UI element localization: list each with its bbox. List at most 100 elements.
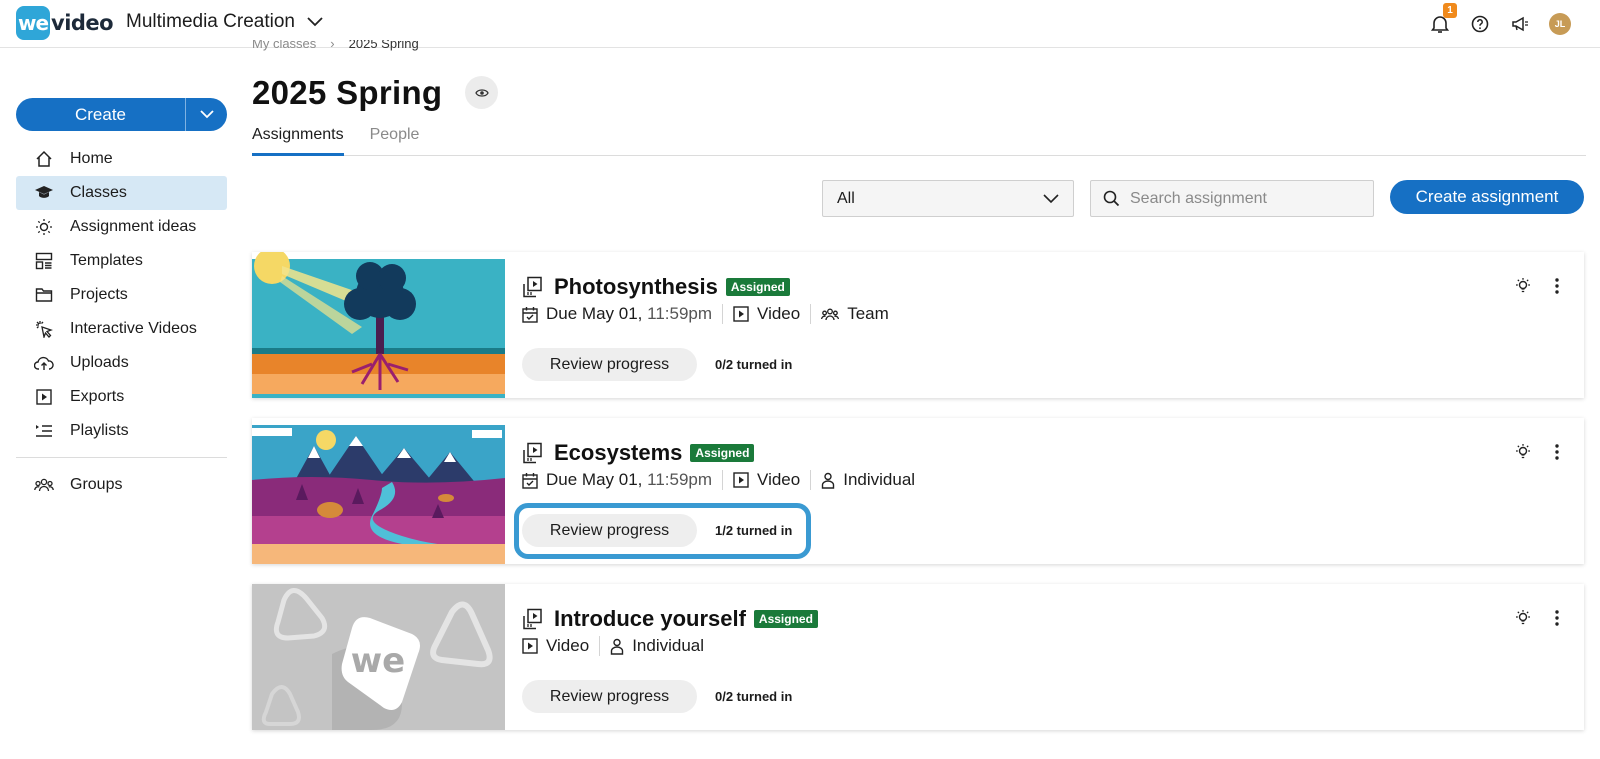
- review-progress-button[interactable]: Review progress: [522, 680, 697, 713]
- playlist-icon: [34, 421, 54, 441]
- notifications-button[interactable]: 1: [1428, 3, 1457, 36]
- sidebar-item-templates[interactable]: Templates: [16, 244, 227, 278]
- lightbulb-icon: [1516, 444, 1530, 459]
- we-logo-text: we: [351, 641, 405, 681]
- create-dropdown-toggle[interactable]: [185, 98, 227, 131]
- top-icons: 1 JL: [1428, 3, 1572, 36]
- help-icon: [1471, 15, 1489, 33]
- lightbulb-icon: [34, 217, 54, 237]
- video-assignment-icon: [523, 608, 542, 630]
- cloud-upload-icon: [34, 353, 54, 373]
- sidebar-item-uploads[interactable]: Uploads: [16, 346, 227, 380]
- eye-icon: [474, 88, 489, 97]
- review-progress-button[interactable]: Review progress: [522, 348, 697, 381]
- assignment-title[interactable]: Introduce yourself: [554, 606, 746, 632]
- group-icon: [34, 475, 54, 495]
- assignment-card-introduce-yourself[interactable]: we Introduce yourself Assigned Video Ind…: [252, 584, 1584, 730]
- more-options-button[interactable]: [1548, 608, 1566, 628]
- card-actions: [1514, 276, 1566, 296]
- assignment-meta: Due May 01, 11:59pm Video Individual: [522, 470, 915, 490]
- due-time-text: 11:59pm: [647, 304, 713, 323]
- due-time-text: 11:59pm: [647, 470, 713, 489]
- assignment-type-label: Video: [757, 304, 801, 323]
- assignment-ideas-button[interactable]: [1514, 442, 1532, 462]
- sidebar-item-label: Groups: [70, 476, 123, 493]
- sidebar-item-exports[interactable]: Exports: [16, 380, 227, 414]
- chevron-down-icon: [307, 17, 323, 27]
- sidebar-item-home[interactable]: Home: [16, 142, 227, 176]
- assignment-ideas-button[interactable]: [1514, 608, 1532, 628]
- sidebar-item-classes[interactable]: Classes: [16, 176, 227, 210]
- home-icon: [34, 149, 54, 169]
- sidebar-item-projects[interactable]: Projects: [16, 278, 227, 312]
- assignment-meta: Video Individual: [522, 636, 704, 656]
- assignment-meta: Due May 01, 11:59pm Video Team: [522, 304, 889, 324]
- sidebar-item-label: Classes: [70, 184, 127, 201]
- assignment-title-row: Ecosystems Assigned: [522, 440, 755, 466]
- assignment-title[interactable]: Ecosystems: [554, 440, 682, 466]
- create-button[interactable]: Create: [16, 98, 185, 131]
- sidebar-item-label: Home: [70, 150, 113, 167]
- assignment-mode: Team: [821, 304, 889, 324]
- breadcrumb-parent[interactable]: My classes: [252, 40, 316, 51]
- card-actions: [1514, 442, 1566, 462]
- assignment-ideas-button[interactable]: [1514, 276, 1532, 296]
- person-icon: [822, 472, 835, 489]
- assignment-filter-select[interactable]: All: [822, 180, 1074, 217]
- assignment-title-row: Introduce yourself Assigned: [522, 606, 818, 632]
- export-play-icon: [34, 387, 54, 407]
- assignment-mode-label: Individual: [843, 470, 916, 489]
- sidebar-item-playlists[interactable]: Playlists: [16, 414, 227, 448]
- sidebar-divider: [16, 457, 227, 458]
- meta-divider: [599, 636, 601, 656]
- tabs: Assignments People: [252, 126, 1586, 156]
- chevron-down-icon: [1043, 193, 1059, 203]
- breadcrumb-current: 2025 Spring: [348, 40, 419, 51]
- assignment-title[interactable]: Photosynthesis: [554, 274, 718, 300]
- assignment-card-photosynthesis[interactable]: Photosynthesis Assigned Due May 01, 11:5…: [252, 252, 1584, 398]
- team-icon: [821, 308, 840, 320]
- assignment-card-ecosystems[interactable]: Ecosystems Assigned Due May 01, 11:59pm …: [252, 418, 1584, 564]
- due-date: Due May 01, 11:59pm: [522, 304, 712, 324]
- templates-icon: [34, 251, 54, 271]
- sidebar-item-interactive-videos[interactable]: Interactive Videos: [16, 312, 227, 346]
- search-icon: [1103, 190, 1120, 207]
- sidebar-item-assignment-ideas[interactable]: Assignment ideas: [16, 210, 227, 244]
- folder-icon: [34, 285, 54, 305]
- play-square-icon: [733, 306, 749, 322]
- sidebar-item-label: Uploads: [70, 354, 129, 371]
- assignment-thumbnail: [252, 252, 505, 398]
- announcements-button[interactable]: [1508, 12, 1532, 36]
- tab-assignments[interactable]: Assignments: [252, 126, 344, 156]
- workspace-switcher[interactable]: Multimedia Creation: [126, 11, 323, 33]
- sidebar-item-label: Interactive Videos: [70, 320, 197, 337]
- video-assignment-icon: [523, 276, 542, 298]
- assignment-type: Video: [733, 470, 800, 490]
- more-vertical-icon: [1555, 610, 1559, 626]
- help-button[interactable]: [1468, 12, 1492, 36]
- breadcrumb-separator: ›: [330, 40, 335, 51]
- review-progress-button[interactable]: Review progress: [522, 514, 697, 547]
- page-title: 2025 Spring: [252, 74, 443, 111]
- top-bar: we video Multimedia Creation 1 JL: [0, 0, 1600, 48]
- more-options-button[interactable]: [1548, 442, 1566, 462]
- more-options-button[interactable]: [1548, 276, 1566, 296]
- user-menu-button[interactable]: JL: [1548, 12, 1572, 36]
- megaphone-icon: [1512, 16, 1528, 32]
- card-actions: [1514, 608, 1566, 628]
- graduation-cap-icon: [34, 183, 54, 203]
- more-vertical-icon: [1555, 444, 1559, 460]
- assignment-mode: Individual: [821, 470, 915, 490]
- workspace-name: Multimedia Creation: [126, 11, 295, 32]
- visibility-button[interactable]: [465, 76, 498, 109]
- search-input[interactable]: [1130, 189, 1350, 208]
- sidebar-item-groups[interactable]: Groups: [16, 468, 227, 502]
- wevideo-logo[interactable]: we video: [16, 6, 114, 40]
- create-assignment-button[interactable]: Create assignment: [1390, 180, 1584, 214]
- more-vertical-icon: [1555, 278, 1559, 294]
- tab-people[interactable]: People: [370, 126, 420, 156]
- meta-divider: [810, 470, 812, 490]
- sidebar-item-label: Templates: [70, 252, 143, 269]
- pointer-click-icon: [34, 319, 54, 339]
- video-assignment-icon: [523, 442, 542, 464]
